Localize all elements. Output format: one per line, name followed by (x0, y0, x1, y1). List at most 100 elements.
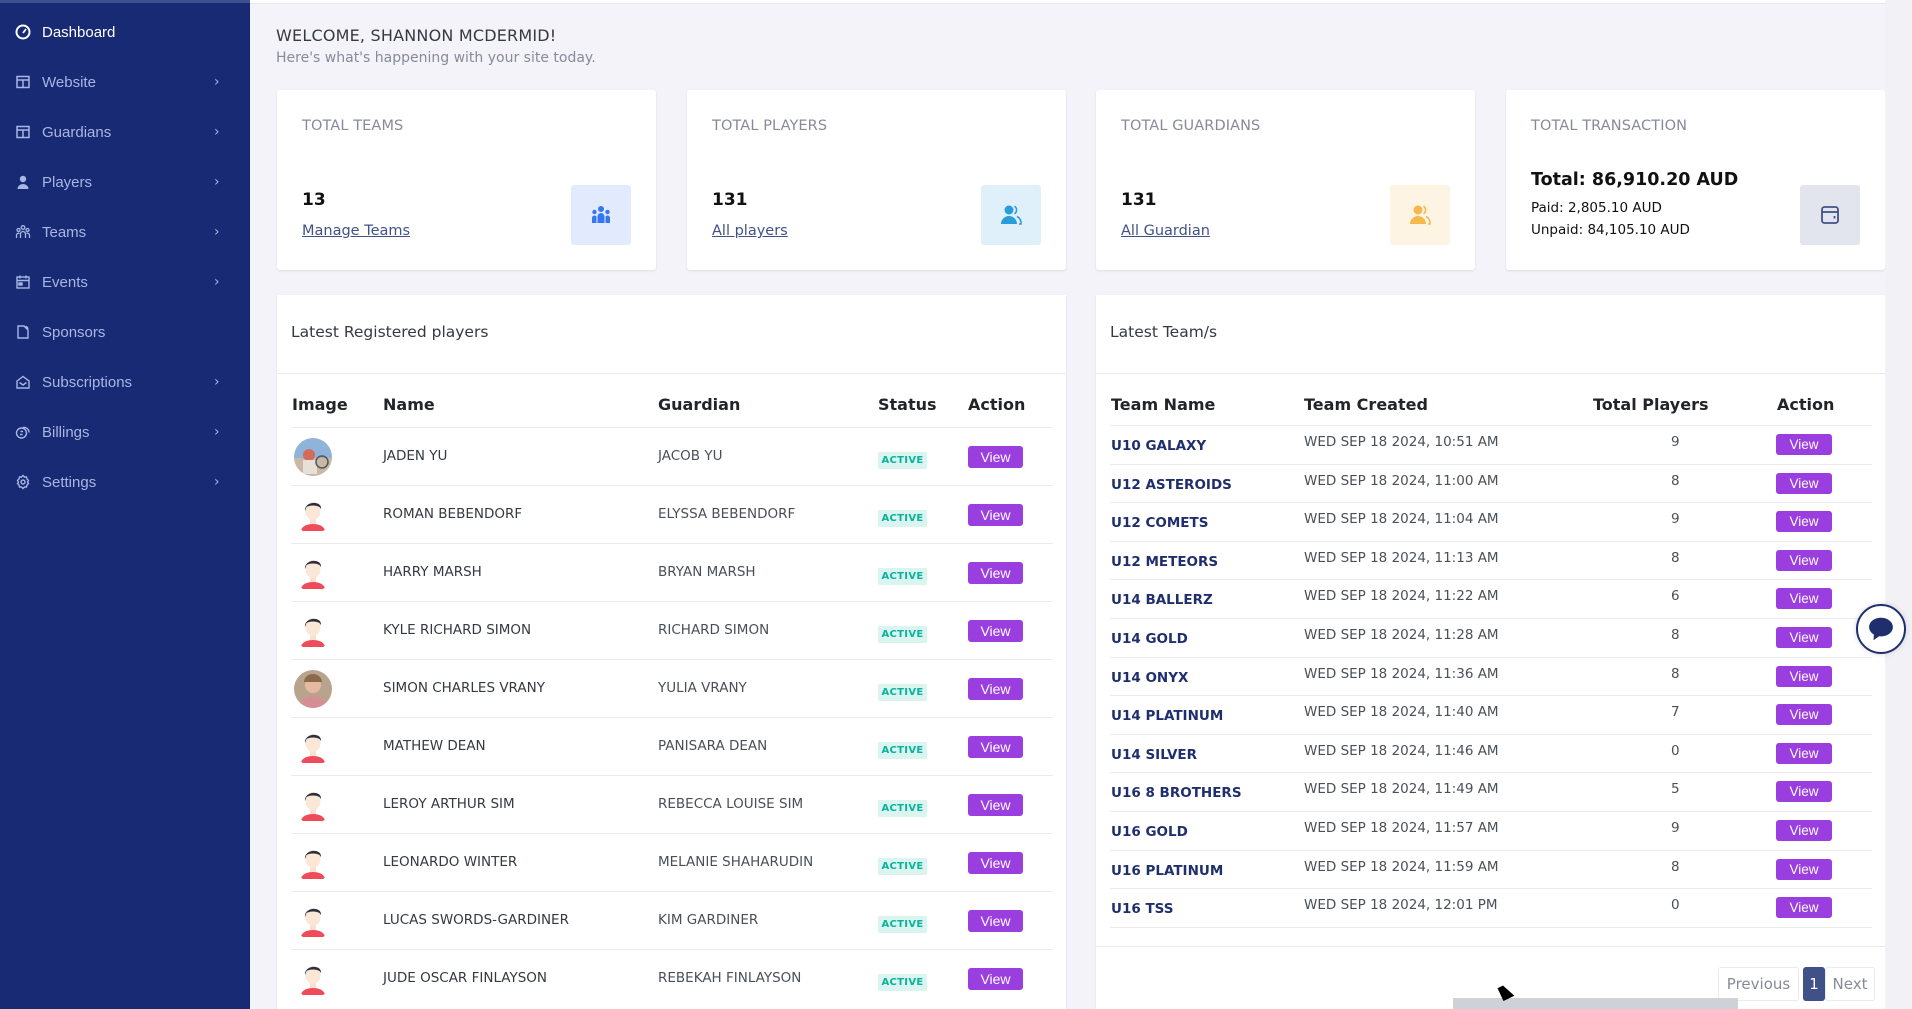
all-players-link[interactable]: All players (712, 223, 788, 239)
view-player-button[interactable]: View (968, 968, 1023, 990)
view-team-button[interactable]: View (1776, 588, 1832, 610)
view-team-button[interactable]: View (1776, 742, 1832, 764)
table-row: U14 PLATINUM WED SEP 18 2024, 11:40 AM 7 Vi… (1096, 696, 1885, 734)
team-total-players: 0 (1671, 897, 1680, 914)
table-row: U16 8 BROTHERS WED SEP 18 2024, 11:49 AM 5… (1096, 773, 1885, 811)
sidebar-item-settings[interactable]: Settings › (0, 457, 250, 507)
view-team-button[interactable]: View (1776, 858, 1832, 880)
view-team-button[interactable]: View (1776, 704, 1832, 726)
row-divider (1110, 926, 1872, 928)
guardian-name: REBECCA LOUISE SIM (658, 796, 804, 812)
view-player-button[interactable]: View (968, 620, 1023, 642)
column-header-guardian: Guardian (658, 395, 741, 414)
panel-title: Latest Registered players (291, 323, 489, 341)
status-badge: ACTIVE (878, 510, 927, 527)
sidebar-item-label: Events (42, 273, 88, 291)
view-team-button[interactable]: View (1776, 549, 1832, 571)
avatar (294, 960, 332, 998)
card-title: TOTAL PLAYERS (712, 118, 828, 134)
view-player-button[interactable]: View (968, 852, 1023, 874)
view-player-button[interactable]: View (968, 910, 1023, 932)
layout-icon (15, 74, 31, 90)
team-name-link[interactable]: U16 GOLD (1111, 824, 1188, 840)
table-row: JUDE OSCAR FINLAYSON REBEKAH FINLAYSON ACT… (277, 950, 1066, 1008)
sidebar-item-billings[interactable]: Billings › (0, 407, 250, 457)
team-total-players: 7 (1671, 704, 1680, 721)
guardian-name: JACOB YU (658, 448, 723, 464)
card-title: TOTAL TEAMS (302, 118, 404, 134)
avatar (294, 612, 332, 650)
sidebar-item-events[interactable]: Events › (0, 257, 250, 307)
view-team-button[interactable]: View (1776, 627, 1832, 648)
view-player-button[interactable]: View (968, 678, 1023, 700)
team-created: WED SEP 18 2024, 11:00 AM (1304, 472, 1499, 489)
view-player-button[interactable]: View (968, 736, 1023, 758)
pagination-page-1[interactable]: 1 (1803, 967, 1825, 1001)
sidebar-item-label: Dashboard (42, 23, 116, 41)
view-player-button[interactable]: View (968, 794, 1023, 816)
view-team-button[interactable]: View (1776, 897, 1832, 919)
team-name-link[interactable]: U14 ONYX (1111, 670, 1188, 686)
team-name-link[interactable]: U12 ASTEROIDS (1111, 477, 1232, 493)
team-name-link[interactable]: U10 GALAXY (1111, 438, 1206, 454)
table-row: U12 METEORS WED SEP 18 2024, 11:13 AM 8 Vie… (1096, 542, 1885, 580)
card-title: TOTAL TRANSACTION (1531, 118, 1688, 134)
mail-open-icon (15, 374, 31, 390)
sidebar-item-teams[interactable]: Teams › (0, 207, 250, 257)
chevron-right-icon: › (214, 74, 220, 90)
team-name-link[interactable]: U14 PLATINUM (1111, 708, 1223, 724)
status-badge: ACTIVE (878, 626, 927, 643)
dashboard-icon (15, 24, 31, 40)
avatar (294, 844, 332, 882)
team-name-link[interactable]: U16 8 BROTHERS (1111, 785, 1242, 801)
total-teams-card: TOTAL TEAMS 13 Manage Teams (277, 90, 656, 270)
pagination-previous[interactable]: Previous (1718, 967, 1799, 1001)
team-created: WED SEP 18 2024, 11:59 AM (1304, 858, 1499, 875)
table-row: HARRY MARSH BRYAN MARSH ACTIVE View (277, 544, 1066, 602)
team-name-link[interactable]: U16 TSS (1111, 901, 1174, 917)
team-name-link[interactable]: U12 METEORS (1111, 554, 1218, 570)
team-name-link[interactable]: U12 COMETS (1111, 515, 1208, 531)
team-total-players: 9 (1671, 820, 1680, 836)
manage-teams-link[interactable]: Manage Teams (302, 223, 410, 239)
view-team-button[interactable]: View (1776, 665, 1832, 687)
view-team-button[interactable]: View (1776, 781, 1832, 803)
pagination-next[interactable]: Next (1825, 967, 1875, 1001)
sidebar-item-sponsors[interactable]: Sponsors (0, 307, 250, 357)
table-row: U14 GOLD WED SEP 18 2024, 11:28 AM 8 View (1096, 619, 1885, 657)
table-row: LEROY ARTHUR SIM REBECCA LOUISE SIM ACTIVE… (277, 776, 1066, 834)
view-team-button[interactable]: View (1776, 820, 1832, 841)
sidebar-item-label: Guardians (42, 123, 112, 141)
sidebar-item-dashboard[interactable]: Dashboard (0, 7, 250, 57)
table-row: SIMON CHARLES VRANY YULIA VRANY ACTIVE View (277, 660, 1066, 718)
sidebar-item-label: Teams (42, 223, 87, 241)
view-player-button[interactable]: View (968, 562, 1023, 584)
sidebar-item-guardians[interactable]: Guardians › (0, 107, 250, 157)
team-name-link[interactable]: U14 BALLERZ (1111, 592, 1213, 608)
guardian-name: BRYAN MARSH (658, 564, 756, 580)
latest-teams-panel: Latest Team/s Team Name Team Created Tot… (1096, 295, 1885, 1009)
total-players-card: TOTAL PLAYERS 131 All players (687, 90, 1066, 270)
view-team-button[interactable]: View (1776, 511, 1832, 533)
avatar (294, 496, 332, 534)
users-icon (1390, 185, 1450, 245)
team-name-link[interactable]: U16 PLATINUM (1111, 863, 1223, 879)
transaction-paid: Paid: 2,805.10 AUD (1531, 200, 1662, 216)
table-row: LUCAS SWORDS-GARDINER KIM GARDINER ACTIVE V… (277, 892, 1066, 950)
sidebar-item-label: Billings (42, 423, 90, 441)
sidebar-item-website[interactable]: Website › (0, 57, 250, 107)
view-player-button[interactable]: View (968, 446, 1023, 468)
team-name-link[interactable]: U14 SILVER (1111, 747, 1197, 763)
view-team-button[interactable]: View (1776, 472, 1832, 494)
card-value: 131 (1121, 190, 1157, 210)
team-name-link[interactable]: U14 GOLD (1111, 631, 1188, 647)
chat-button[interactable] (1856, 604, 1906, 654)
all-guardian-link[interactable]: All Guardian (1121, 223, 1210, 239)
team-created: WED SEP 18 2024, 10:51 AM (1304, 434, 1499, 450)
sidebar-item-players[interactable]: Players › (0, 157, 250, 207)
chevron-right-icon: › (214, 374, 220, 390)
view-team-button[interactable]: View (1776, 434, 1832, 455)
view-player-button[interactable]: View (968, 504, 1023, 526)
sidebar-item-subscriptions[interactable]: Subscriptions › (0, 357, 250, 407)
sidebar-item-label: Subscriptions (42, 373, 133, 391)
